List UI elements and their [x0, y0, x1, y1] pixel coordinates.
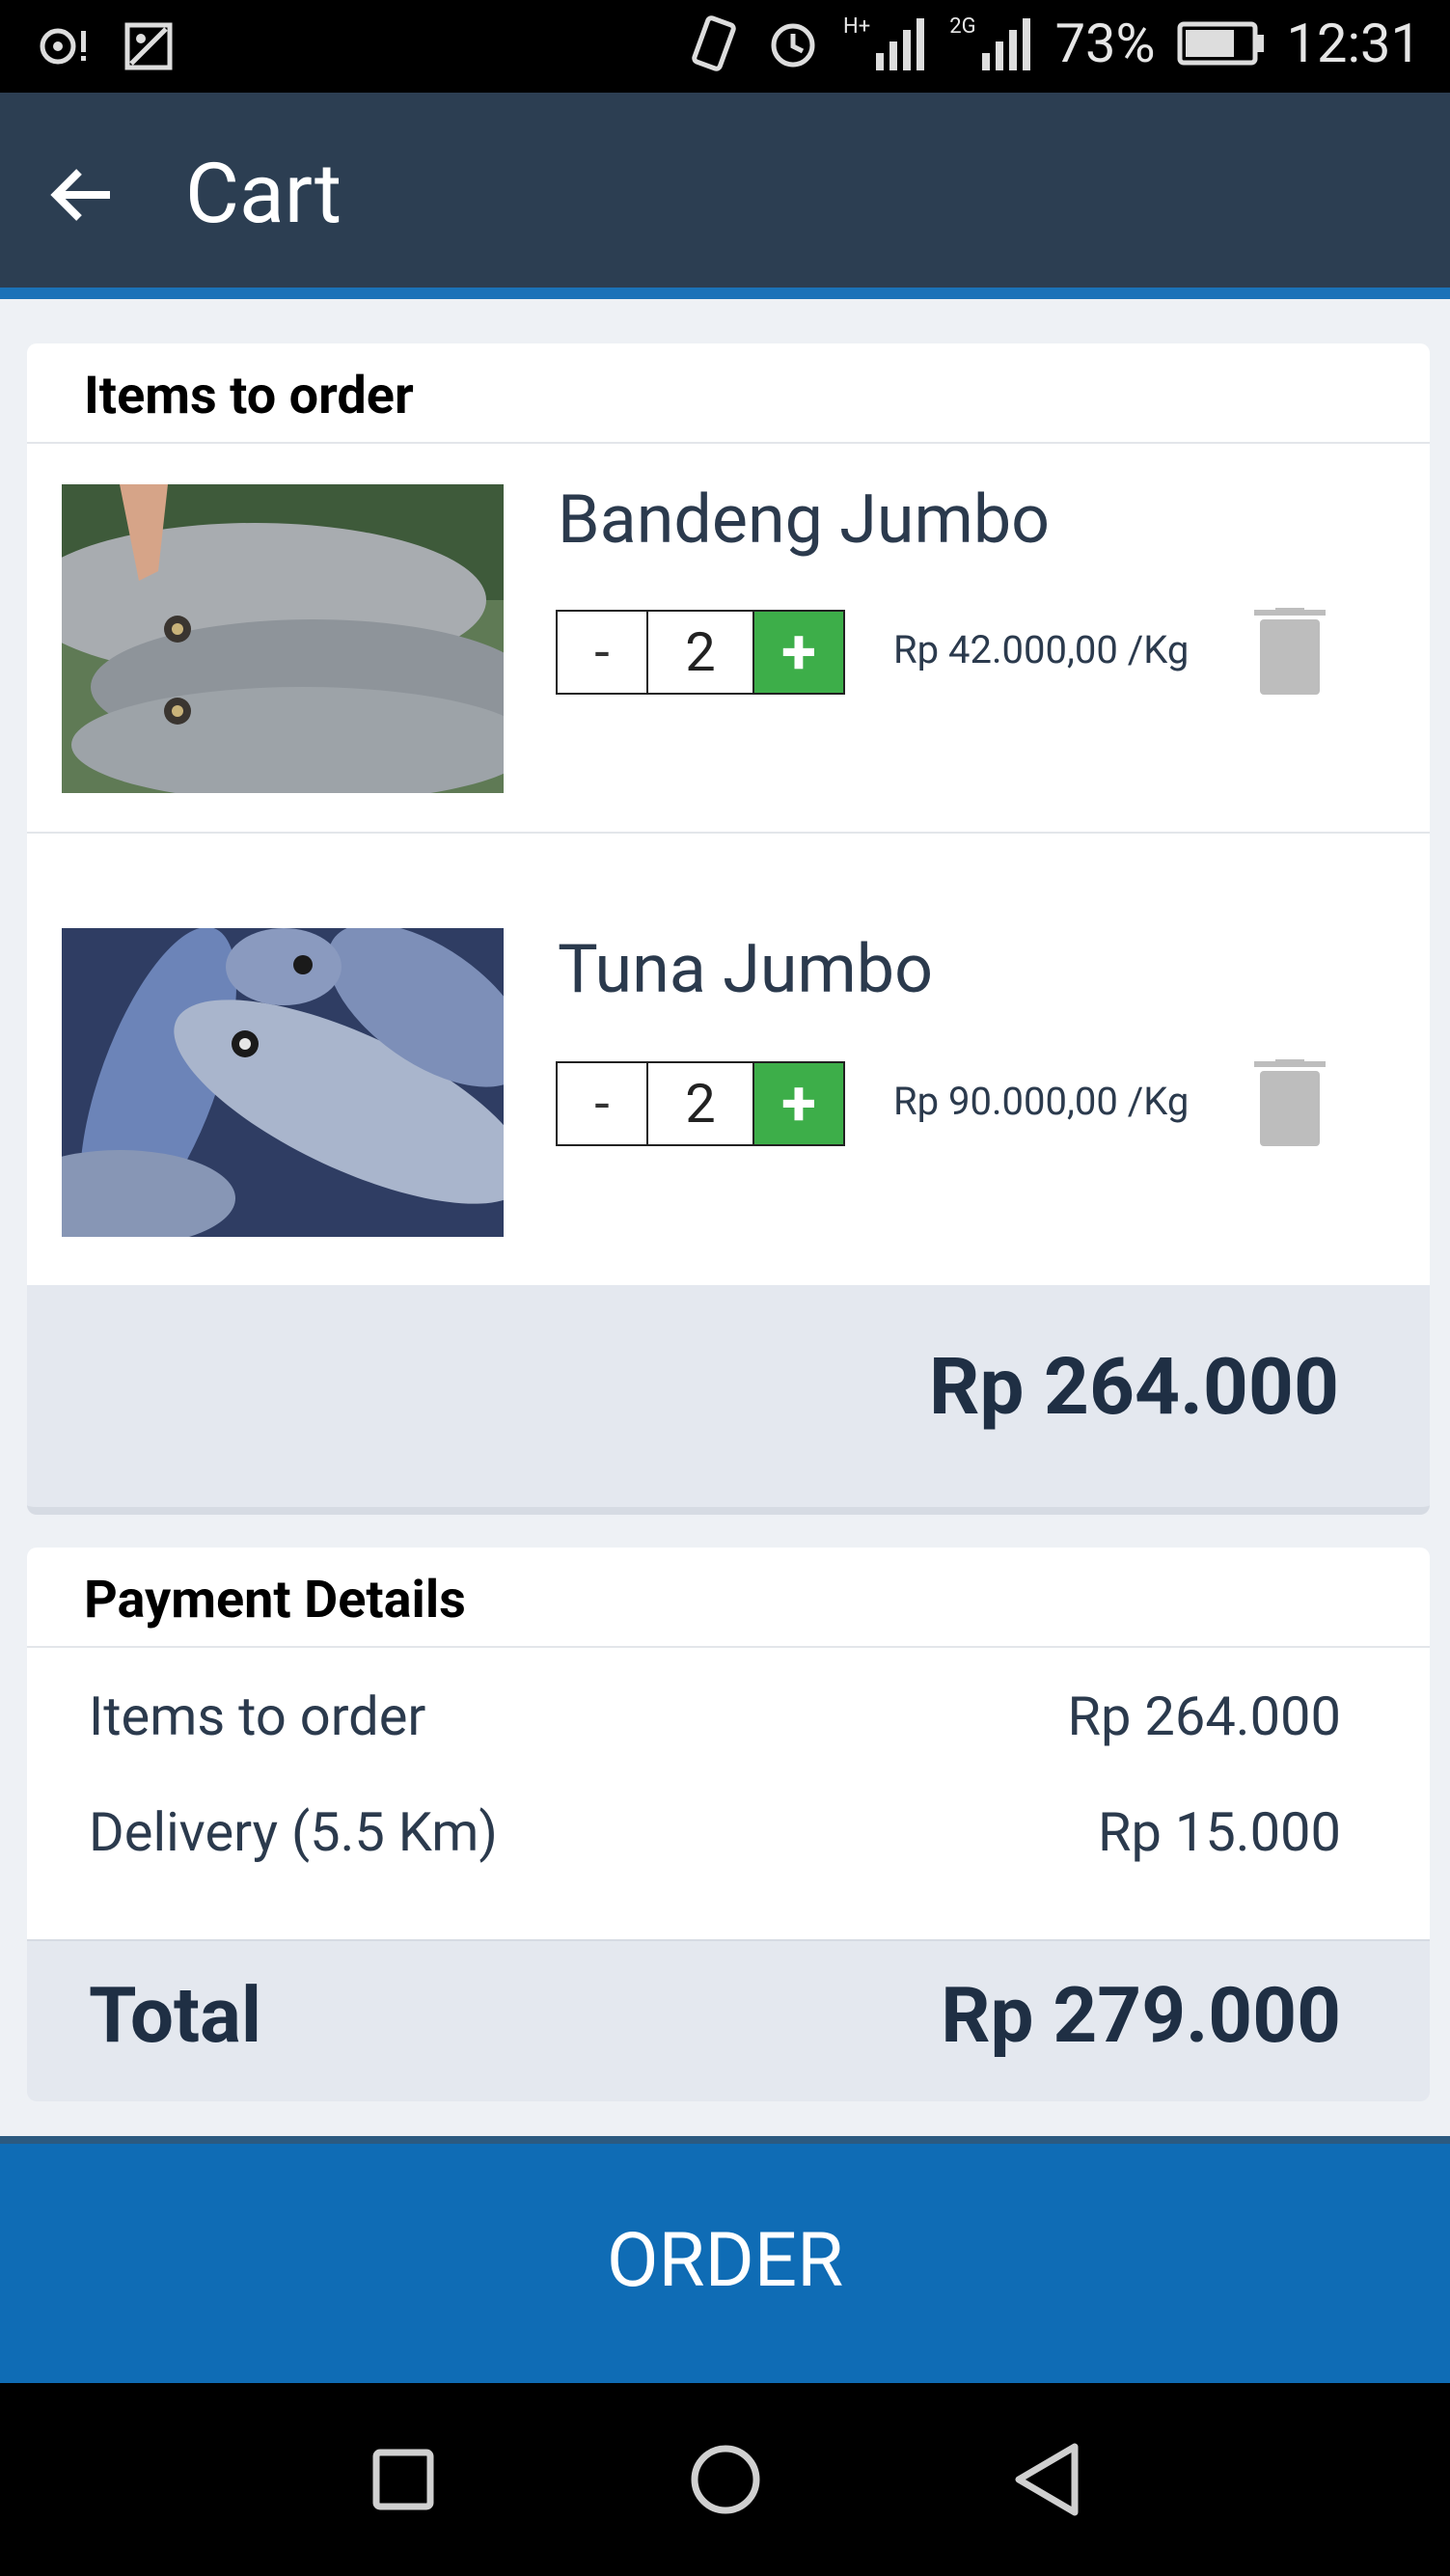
trash-icon[interactable] [1252, 608, 1327, 695]
order-button[interactable]: ORDER [0, 2136, 1450, 2383]
battery-icon [1177, 21, 1264, 66]
network-type-2: 2G [949, 14, 976, 39]
cart-item: Bandeng Jumbo - 2 + Rp 42.000,00 /Kg [27, 444, 1430, 834]
quantity-stepper: - 2 + [556, 610, 845, 695]
item-name: Bandeng Jumbo [558, 480, 1051, 560]
status-bar: H+ 2G 73% 12:31 [0, 0, 1450, 93]
decrement-button[interactable]: - [558, 1063, 648, 1144]
clock: 12:31 [1286, 12, 1421, 75]
payment-row-delivery: Delivery (5.5 Km) Rp 15.000 [27, 1773, 1430, 1889]
network-type-1: H+ [843, 14, 871, 39]
payment-row-label: Items to order [89, 1685, 426, 1748]
items-card: Items to order Bandeng Jumbo - 2 + Rp 42… [27, 343, 1430, 1285]
item-price: Rp 42.000,00 /Kg [893, 627, 1190, 672]
quantity-value[interactable]: 2 [648, 612, 754, 693]
payment-details-card: Payment Details Items to order Rp 264.00… [27, 1548, 1430, 1939]
increment-button[interactable]: + [754, 612, 843, 693]
location-alert-icon [40, 28, 86, 65]
subtotal-panel: Rp 264.000 [27, 1285, 1430, 1515]
image-icon [124, 22, 173, 70]
signal-bars-icon [981, 18, 1030, 70]
product-image-bandeng [62, 484, 504, 793]
items-card-header: Items to order [27, 343, 1430, 444]
square-icon[interactable] [355, 2431, 451, 2528]
total-panel: Total Rp 279.000 [27, 1939, 1430, 2101]
vibrate-icon [692, 15, 736, 71]
total-value: Rp 279.000 [941, 1970, 1341, 2061]
triangle-back-icon[interactable] [999, 2431, 1096, 2528]
total-label: Total [89, 1970, 262, 2061]
app-bar: Cart [0, 93, 1450, 299]
item-name: Tuna Jumbo [558, 930, 934, 1009]
product-image-tuna [62, 928, 504, 1237]
battery-percent: 73% [1054, 12, 1156, 75]
payment-row-value: Rp 264.000 [1067, 1685, 1341, 1748]
increment-button[interactable]: + [754, 1063, 843, 1144]
signal-1: H+ [843, 14, 928, 72]
subtotal-value: Rp 264.000 [928, 1341, 1339, 1434]
arrow-left-icon[interactable] [46, 156, 123, 233]
signal-2: 2G [949, 14, 1033, 72]
payment-row-label: Delivery (5.5 Km) [89, 1800, 498, 1864]
payment-details-header: Payment Details [27, 1548, 1430, 1648]
circle-icon[interactable] [677, 2431, 774, 2528]
cart-item: Tuna Jumbo - 2 + Rp 90.000,00 /Kg [27, 834, 1430, 1281]
trash-icon[interactable] [1252, 1059, 1327, 1146]
signal-bars-icon [876, 18, 925, 70]
quantity-value[interactable]: 2 [648, 1063, 754, 1144]
decrement-button[interactable]: - [558, 612, 648, 693]
quantity-stepper: - 2 + [556, 1061, 845, 1146]
system-nav-bar [0, 2383, 1450, 2576]
page-title: Cart [185, 145, 342, 242]
item-price: Rp 90.000,00 /Kg [893, 1079, 1190, 1124]
alarm-icon [771, 23, 815, 68]
payment-row-items: Items to order Rp 264.000 [27, 1658, 1430, 1773]
payment-row-value: Rp 15.000 [1098, 1800, 1341, 1864]
